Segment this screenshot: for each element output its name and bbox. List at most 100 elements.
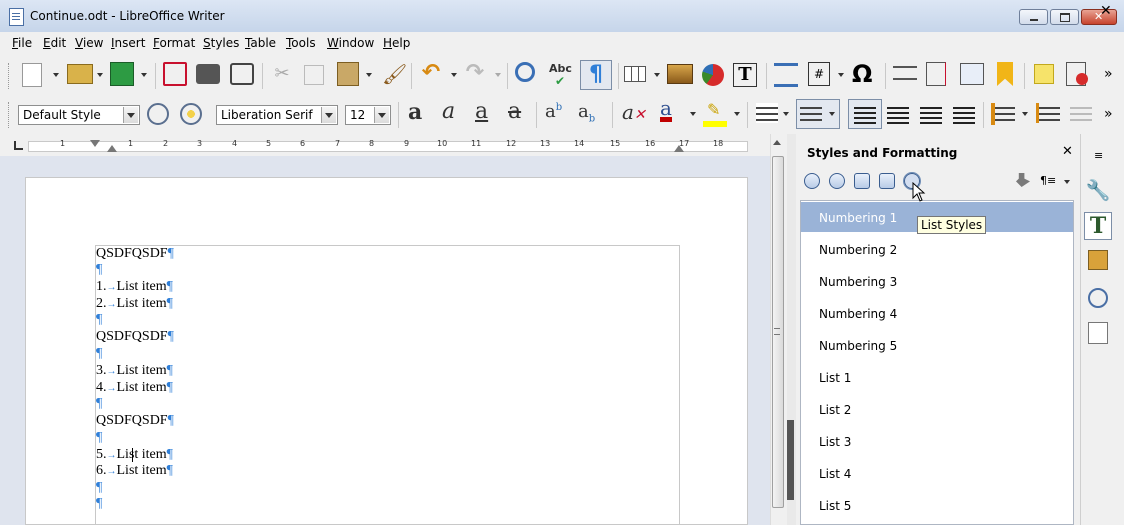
- undo-dropdown-icon[interactable]: [451, 73, 457, 77]
- font-color-icon[interactable]: a: [660, 98, 672, 122]
- find-replace-icon[interactable]: [515, 62, 535, 82]
- update-style-icon[interactable]: [147, 103, 169, 125]
- clear-formatting-icon[interactable]: a✕: [622, 100, 646, 124]
- list-paragraph[interactable]: 2.→List item¶: [96, 296, 173, 313]
- style-list-item[interactable]: Numbering 2: [819, 243, 897, 257]
- redo-icon[interactable]: ↷: [463, 62, 487, 86]
- scroll-up-icon[interactable]: [773, 140, 781, 145]
- insert-cross-reference-icon[interactable]: [960, 63, 984, 85]
- bold-icon[interactable]: a: [408, 99, 422, 125]
- font-name-combo[interactable]: Liberation Serif: [216, 105, 338, 125]
- close-document-button[interactable]: ✕: [1100, 3, 1112, 19]
- menu-window[interactable]: Window: [327, 36, 374, 50]
- insert-image-icon[interactable]: [667, 64, 693, 84]
- open-folder-icon[interactable]: [67, 64, 93, 84]
- styles-tab-icon[interactable]: T: [1084, 212, 1112, 240]
- more-formatting-items-icon[interactable]: »: [1104, 106, 1113, 122]
- font-color-dropdown-icon[interactable]: [690, 112, 696, 116]
- toolbar-grip[interactable]: [8, 63, 12, 89]
- list-paragraph[interactable]: 3.→List item¶: [96, 363, 173, 380]
- unordered-list-icon[interactable]: [756, 103, 778, 123]
- chevron-down-icon[interactable]: [321, 107, 336, 123]
- paragraph[interactable]: QSDFQSDF¶: [96, 329, 174, 345]
- style-list-item[interactable]: List 5: [819, 499, 851, 513]
- new-document-icon[interactable]: [22, 63, 42, 87]
- menu-format[interactable]: Format: [153, 36, 195, 50]
- paragraph[interactable]: QSDFQSDF¶: [96, 246, 174, 262]
- more-toolbar-items-icon[interactable]: »: [1104, 66, 1113, 82]
- clone-formatting-icon[interactable]: 🖌: [382, 62, 407, 86]
- paragraph[interactable]: ¶: [96, 396, 102, 412]
- increase-paragraph-spacing-icon[interactable]: [1036, 103, 1060, 123]
- paragraph-styles-icon[interactable]: [804, 173, 820, 189]
- menu-tools[interactable]: Tools: [286, 36, 316, 50]
- undo-icon[interactable]: ↶: [419, 62, 443, 86]
- menu-file[interactable]: File: [12, 36, 32, 50]
- ruler-strip[interactable]: [28, 141, 748, 152]
- paste-dropdown-icon[interactable]: [366, 73, 372, 77]
- properties-icon[interactable]: 🔧: [1084, 178, 1112, 206]
- frame-styles-icon[interactable]: [854, 173, 870, 189]
- line-spacing-dropdown-icon[interactable]: [1022, 112, 1028, 116]
- list-paragraph[interactable]: 1.→List item¶: [96, 279, 173, 296]
- close-sidebar-button[interactable]: ✕: [1062, 144, 1073, 159]
- copy-icon[interactable]: [304, 65, 324, 85]
- paragraph[interactable]: ¶: [96, 496, 102, 512]
- highlighter-icon[interactable]: ✎: [707, 100, 720, 119]
- toolbar-grip[interactable]: [8, 102, 12, 128]
- insert-table-icon[interactable]: [624, 66, 646, 82]
- cut-icon[interactable]: ✂: [270, 63, 294, 87]
- list-paragraph[interactable]: 6.→List item¶: [96, 463, 173, 480]
- menu-view[interactable]: View: [75, 36, 103, 50]
- paragraph-style-combo[interactable]: Default Style: [18, 105, 140, 125]
- formatting-marks-toggle[interactable]: ¶: [580, 60, 612, 90]
- strikethrough-icon[interactable]: a: [508, 99, 521, 124]
- table-dropdown-icon[interactable]: [654, 73, 660, 77]
- list-paragraph[interactable]: 5.→List item¶: [96, 447, 173, 464]
- tab-type-icon[interactable]: [14, 141, 23, 150]
- chevron-down-icon[interactable]: [374, 107, 389, 123]
- insert-hyperlink-icon[interactable]: [893, 66, 917, 80]
- menu-insert[interactable]: Insert: [111, 36, 145, 50]
- style-list-item[interactable]: Numbering 5: [819, 339, 897, 353]
- maximize-button[interactable]: [1050, 9, 1079, 25]
- insert-footnote-icon[interactable]: [926, 62, 946, 86]
- manage-changes-icon[interactable]: [1088, 322, 1108, 344]
- subscript-icon[interactable]: ab: [578, 101, 595, 125]
- ordered-list-dropdown-icon[interactable]: [829, 112, 835, 116]
- paste-icon[interactable]: [337, 62, 359, 86]
- save-dropdown-icon[interactable]: [141, 73, 147, 77]
- unordered-list-dropdown-icon[interactable]: [783, 112, 789, 116]
- paragraph[interactable]: ¶: [96, 346, 102, 362]
- insert-textbox-icon[interactable]: T: [733, 63, 757, 87]
- font-size-combo[interactable]: 12: [345, 105, 391, 125]
- style-list-item[interactable]: List 1: [819, 371, 851, 385]
- style-list-item[interactable]: List 3: [819, 435, 851, 449]
- style-list-item[interactable]: List 2: [819, 403, 851, 417]
- sidebar-menu-icon[interactable]: ≡: [1094, 149, 1103, 162]
- highlight-dropdown-icon[interactable]: [734, 112, 740, 116]
- list-paragraph[interactable]: 4.→List item¶: [96, 380, 173, 397]
- insert-field-icon[interactable]: #: [808, 62, 830, 86]
- insert-chart-icon[interactable]: [702, 64, 724, 86]
- paragraph[interactable]: ¶: [96, 262, 102, 278]
- paragraph[interactable]: ¶: [96, 480, 102, 496]
- menu-edit[interactable]: Edit: [43, 36, 66, 50]
- underline-icon[interactable]: a: [475, 99, 488, 124]
- decrease-paragraph-spacing-icon[interactable]: [1070, 103, 1092, 123]
- right-indent-marker[interactable]: [674, 145, 684, 152]
- align-right-icon[interactable]: [920, 104, 942, 124]
- menu-styles[interactable]: Styles: [203, 36, 239, 50]
- chevron-down-icon[interactable]: [123, 107, 138, 123]
- character-styles-icon[interactable]: [829, 173, 845, 189]
- paragraph[interactable]: ¶: [96, 430, 102, 446]
- gallery-icon[interactable]: [1088, 250, 1108, 270]
- paragraph[interactable]: QSDFQSDF¶: [96, 413, 174, 429]
- align-center-icon[interactable]: [887, 104, 909, 124]
- style-actions-icon[interactable]: ¶≡: [1040, 174, 1056, 187]
- print-preview-icon[interactable]: [230, 63, 254, 85]
- print-icon[interactable]: [196, 64, 220, 84]
- new-style-icon[interactable]: [180, 103, 202, 125]
- line-spacing-icon[interactable]: [991, 103, 1015, 125]
- style-list-item[interactable]: List 4: [819, 467, 851, 481]
